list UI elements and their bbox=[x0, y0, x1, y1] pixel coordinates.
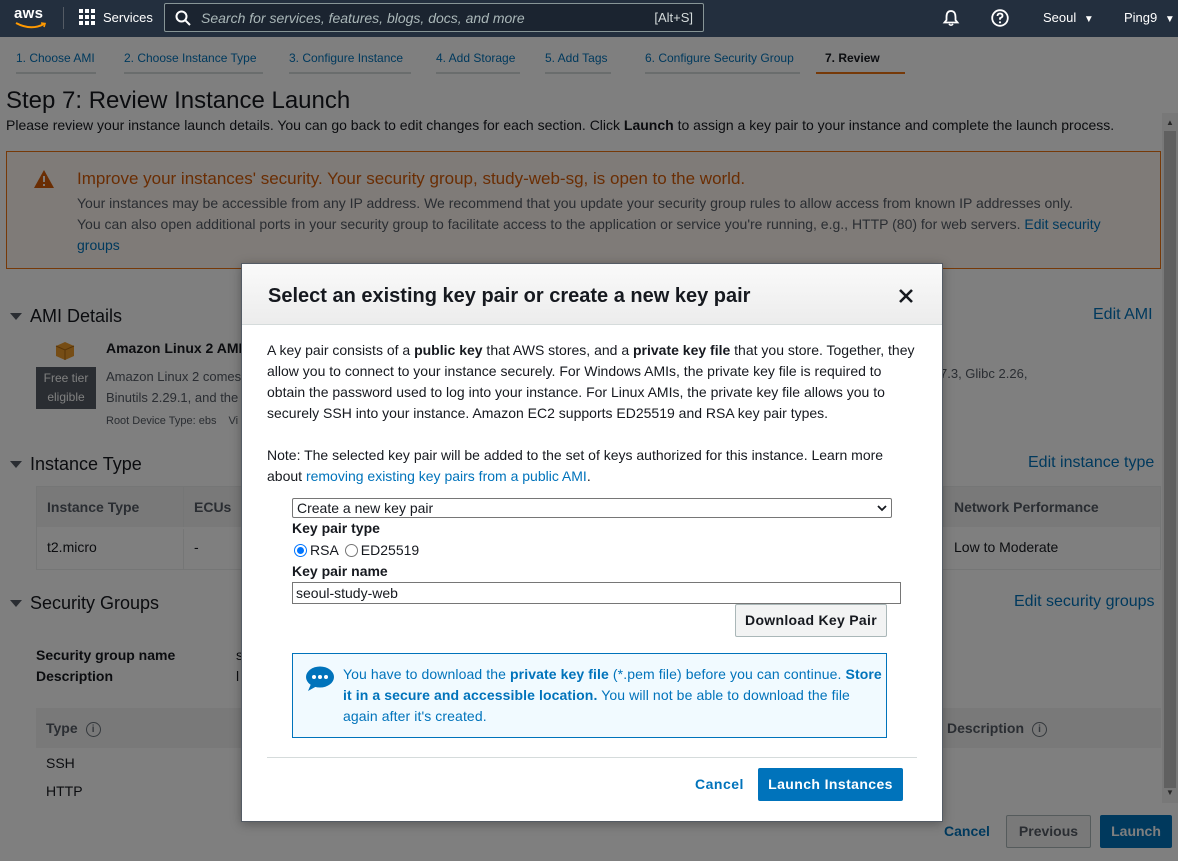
aws-logo-text: aws bbox=[14, 5, 44, 22]
dialog-header: Select an existing key pair or create a … bbox=[242, 264, 942, 325]
nav-divider bbox=[63, 7, 64, 29]
dialog-divider bbox=[267, 757, 917, 758]
download-info-alert: You have to download the private key fil… bbox=[292, 653, 887, 738]
key-pair-name-label: Key pair name bbox=[292, 563, 388, 579]
aws-logo[interactable]: aws bbox=[14, 5, 48, 31]
bell-icon[interactable] bbox=[942, 9, 960, 27]
search-bar[interactable]: Search for services, features, blogs, do… bbox=[164, 3, 704, 32]
rsa-radio[interactable] bbox=[294, 543, 307, 557]
key-pair-name-input[interactable]: seoul-study-web bbox=[292, 582, 901, 604]
key-pair-type-label: Key pair type bbox=[292, 520, 380, 536]
search-icon bbox=[175, 10, 191, 26]
services-menu[interactable]: Services bbox=[79, 9, 153, 25]
chevron-down-icon bbox=[877, 505, 887, 512]
close-icon[interactable] bbox=[898, 288, 914, 304]
search-input[interactable]: Search for services, features, blogs, do… bbox=[201, 10, 654, 26]
key-pair-select-value: Create a new key pair bbox=[297, 500, 434, 516]
ed25519-label[interactable]: ED25519 bbox=[361, 542, 419, 558]
dialog-cancel-button[interactable]: Cancel bbox=[695, 776, 744, 792]
removing-key-pairs-link[interactable]: removing existing key pairs from a publi… bbox=[306, 468, 587, 484]
region-selector[interactable]: Seoul ▼ bbox=[1043, 10, 1094, 25]
caret-down-icon: ▼ bbox=[1164, 14, 1175, 25]
key-pair-select[interactable]: Create a new key pair bbox=[292, 498, 892, 518]
search-shortcut: [Alt+S] bbox=[654, 10, 693, 25]
download-key-pair-button[interactable]: Download Key Pair bbox=[735, 604, 887, 637]
help-icon[interactable] bbox=[991, 9, 1009, 27]
key-pair-note: Note: The selected key pair will be adde… bbox=[267, 447, 884, 484]
region-label: Seoul bbox=[1043, 10, 1077, 25]
services-label: Services bbox=[103, 9, 153, 25]
chat-bubble-icon bbox=[306, 666, 334, 691]
ed25519-radio[interactable] bbox=[344, 543, 358, 557]
rsa-label[interactable]: RSA bbox=[310, 542, 339, 558]
download-info-text: You have to download the private key fil… bbox=[343, 666, 882, 724]
aws-smile-icon bbox=[15, 22, 47, 29]
grid-icon bbox=[79, 9, 95, 25]
dialog-title: Select an existing key pair or create a … bbox=[268, 285, 751, 307]
caret-down-icon: ▼ bbox=[1083, 14, 1094, 25]
account-label: Ping9 bbox=[1124, 10, 1158, 25]
account-menu[interactable]: Ping9 ▼ bbox=[1124, 10, 1175, 25]
key-pair-dialog: Select an existing key pair or create a … bbox=[241, 263, 943, 822]
key-pair-type-options: RSA ED25519 bbox=[294, 542, 419, 558]
launch-instances-button[interactable]: Launch Instances bbox=[758, 768, 903, 801]
key-pair-description: A key pair consists of a public key that… bbox=[267, 342, 915, 421]
top-navigation: aws Services Search for services, featur… bbox=[0, 0, 1178, 37]
